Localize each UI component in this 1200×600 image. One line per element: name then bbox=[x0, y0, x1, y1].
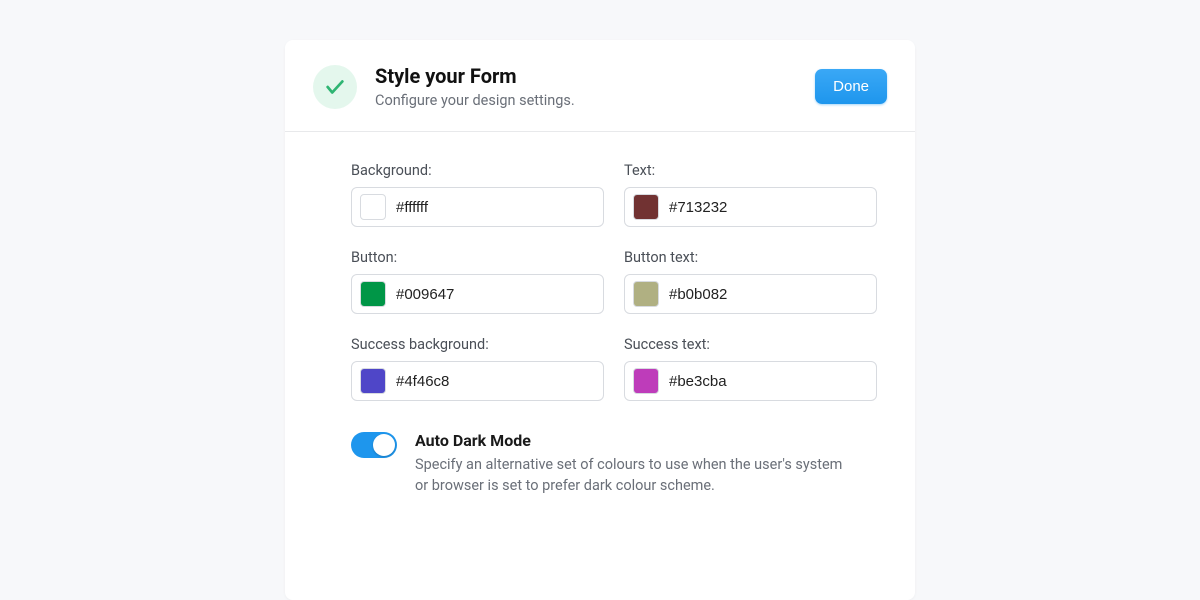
swatch-icon[interactable] bbox=[633, 194, 659, 220]
color-value-input[interactable] bbox=[396, 286, 595, 303]
color-input-success-background[interactable] bbox=[351, 361, 604, 401]
auto-dark-mode-section: Auto Dark Mode Specify an alternative se… bbox=[351, 431, 849, 496]
toggle-title: Auto Dark Mode bbox=[415, 431, 849, 450]
color-value-input[interactable] bbox=[669, 373, 868, 390]
color-input-button-text[interactable] bbox=[624, 274, 877, 314]
color-input-background[interactable] bbox=[351, 187, 604, 227]
card-header: Style your Form Configure your design se… bbox=[285, 40, 915, 132]
color-value-input[interactable] bbox=[669, 199, 868, 216]
done-button[interactable]: Done bbox=[815, 69, 887, 104]
color-grid: Background: Text: Button: bbox=[351, 162, 849, 401]
auto-dark-mode-toggle[interactable] bbox=[351, 432, 397, 458]
field-label: Text: bbox=[624, 162, 877, 179]
swatch-icon[interactable] bbox=[360, 368, 386, 394]
color-value-input[interactable] bbox=[396, 373, 595, 390]
field-text: Text: bbox=[624, 162, 877, 227]
field-label: Background: bbox=[351, 162, 604, 179]
swatch-icon[interactable] bbox=[360, 281, 386, 307]
field-button-text: Button text: bbox=[624, 249, 877, 314]
card-body: Background: Text: Button: bbox=[285, 132, 915, 496]
page-title: Style your Form bbox=[375, 64, 797, 88]
field-button: Button: bbox=[351, 249, 604, 314]
toggle-description: Specify an alternative set of colours to… bbox=[415, 454, 849, 496]
color-input-success-text[interactable] bbox=[624, 361, 877, 401]
swatch-icon[interactable] bbox=[360, 194, 386, 220]
style-form-card: Style your Form Configure your design se… bbox=[285, 40, 915, 600]
color-value-input[interactable] bbox=[396, 199, 595, 216]
color-input-text[interactable] bbox=[624, 187, 877, 227]
field-success-text: Success text: bbox=[624, 336, 877, 401]
header-text: Style your Form Configure your design se… bbox=[375, 64, 797, 109]
field-label: Success background: bbox=[351, 336, 604, 353]
toggle-text: Auto Dark Mode Specify an alternative se… bbox=[415, 431, 849, 496]
field-label: Success text: bbox=[624, 336, 877, 353]
toggle-knob-icon bbox=[373, 434, 395, 456]
page-subtitle: Configure your design settings. bbox=[375, 92, 797, 109]
field-label: Button text: bbox=[624, 249, 877, 266]
field-success-background: Success background: bbox=[351, 336, 604, 401]
field-label: Button: bbox=[351, 249, 604, 266]
swatch-icon[interactable] bbox=[633, 368, 659, 394]
check-icon bbox=[313, 65, 357, 109]
swatch-icon[interactable] bbox=[633, 281, 659, 307]
color-value-input[interactable] bbox=[669, 286, 868, 303]
field-background: Background: bbox=[351, 162, 604, 227]
color-input-button[interactable] bbox=[351, 274, 604, 314]
